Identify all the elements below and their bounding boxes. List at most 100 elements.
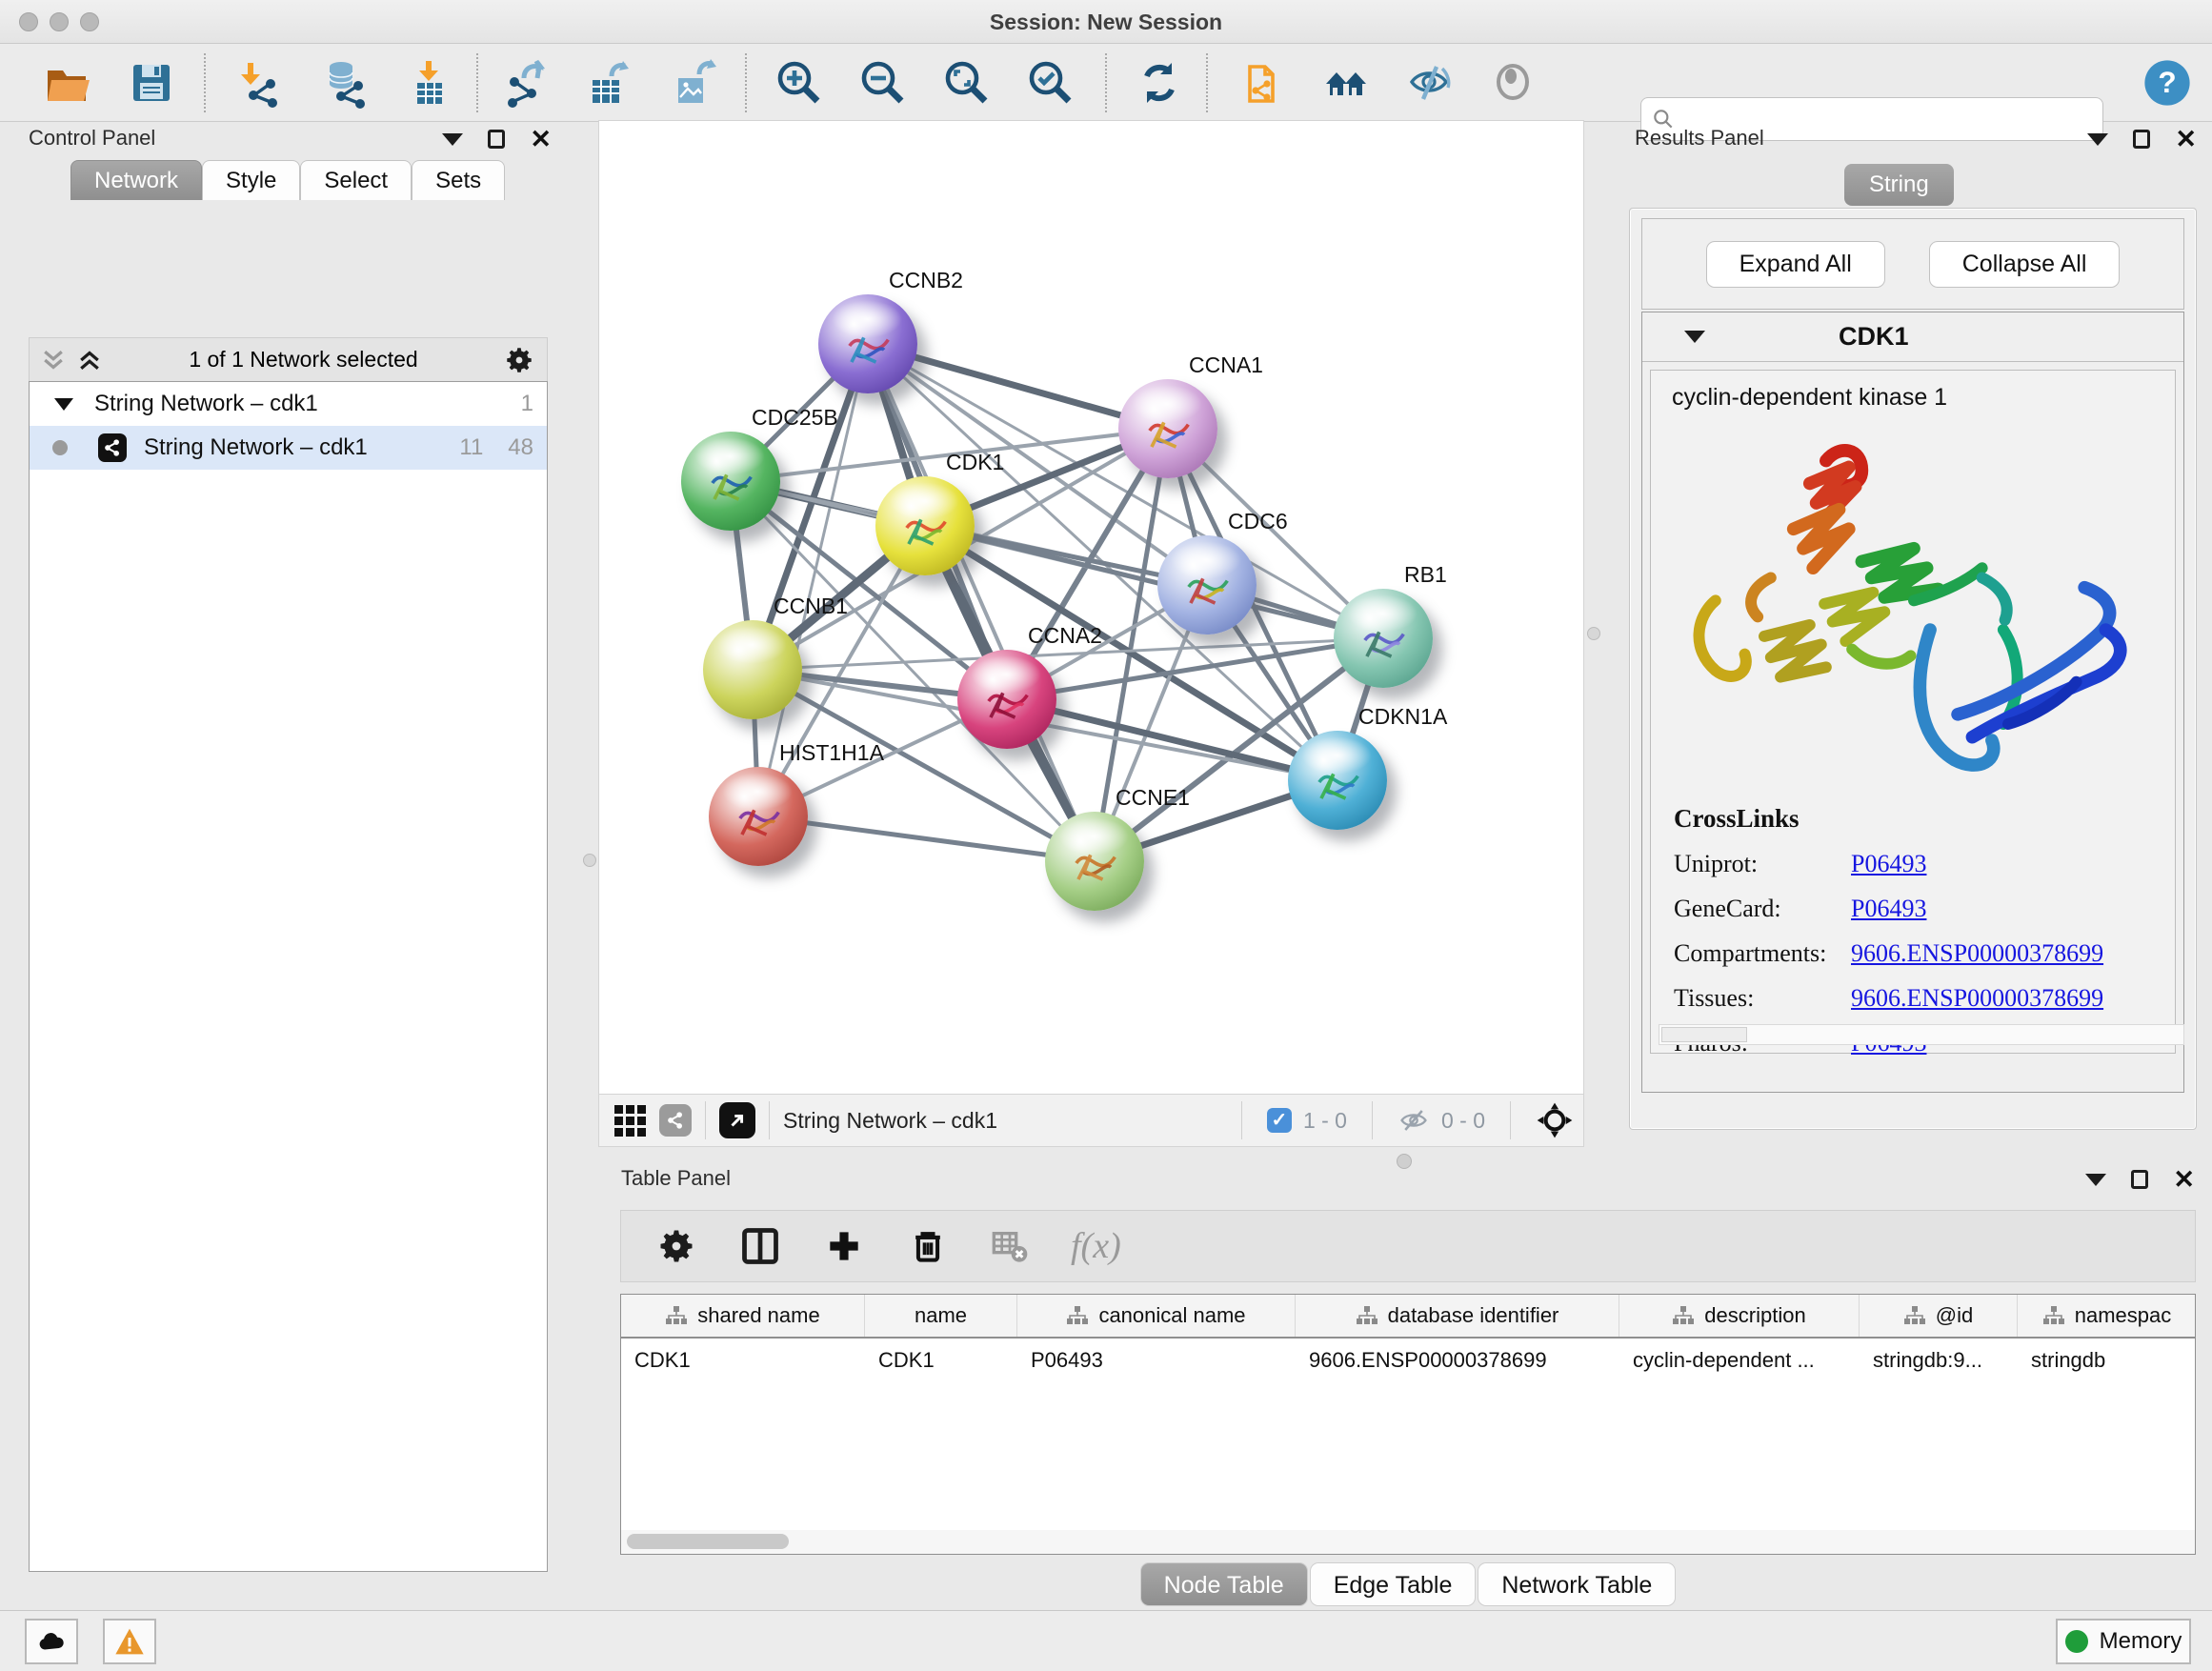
- panel-close-icon[interactable]: ✕: [530, 130, 552, 149]
- network-row[interactable]: String Network – cdk1 11 48: [30, 426, 547, 470]
- tab-network-table[interactable]: Network Table: [1478, 1562, 1676, 1606]
- right-splitter-grip[interactable]: [1587, 627, 1600, 640]
- export-table-button[interactable]: [579, 53, 638, 112]
- crosslink-link[interactable]: 9606.ENSP00000378699: [1851, 984, 2103, 1013]
- crosslink-link[interactable]: P06493: [1851, 895, 1926, 923]
- warnings-button[interactable]: [103, 1619, 156, 1664]
- cell-description[interactable]: cyclin-dependent ...: [1619, 1339, 1860, 1382]
- node-CCNA1[interactable]: [1118, 379, 1217, 478]
- panel-maximize-icon[interactable]: [488, 130, 505, 149]
- entry-expander-icon[interactable]: [1684, 331, 1705, 343]
- tab-string[interactable]: String: [1844, 164, 1954, 206]
- cell--id[interactable]: stringdb:9...: [1860, 1339, 2018, 1382]
- collapse-all-button[interactable]: Collapse All: [1929, 241, 2121, 288]
- crosslink-link[interactable]: P06493: [1851, 850, 1926, 878]
- tab-style[interactable]: Style: [202, 160, 300, 200]
- column-header-description[interactable]: description: [1619, 1295, 1860, 1337]
- delete-table-icon[interactable]: [991, 1225, 1029, 1267]
- column-header-namespac[interactable]: namespac: [2018, 1295, 2196, 1337]
- cloud-button[interactable]: [25, 1619, 78, 1664]
- zoom-in-button[interactable]: [770, 53, 829, 112]
- zoom-fit-button[interactable]: [937, 53, 996, 112]
- cell-canonical-name[interactable]: P06493: [1017, 1339, 1296, 1382]
- table-hscrollbar[interactable]: [620, 1530, 2196, 1555]
- panel-float-icon[interactable]: [2087, 133, 2108, 146]
- edge-HIST1H1A-CCNE1[interactable]: [758, 816, 1095, 861]
- hide-panel-eye-button[interactable]: [1402, 53, 1461, 112]
- panel-float-icon[interactable]: [2085, 1174, 2106, 1186]
- network-options-gear-icon[interactable]: [503, 344, 535, 376]
- node-CDK1[interactable]: [875, 476, 975, 575]
- delete-column-trash-icon[interactable]: [907, 1225, 949, 1267]
- panel-float-icon[interactable]: [442, 133, 463, 146]
- node-CDC6[interactable]: [1157, 535, 1257, 634]
- node-CCNE1[interactable]: [1045, 812, 1144, 911]
- expand-all-button[interactable]: Expand All: [1706, 241, 1885, 288]
- cell-shared-name[interactable]: CDK1: [621, 1339, 865, 1382]
- detach-view-icon[interactable]: [719, 1102, 755, 1138]
- show-columns-icon[interactable]: [739, 1225, 781, 1267]
- node-RB1[interactable]: [1334, 589, 1433, 688]
- refresh-button[interactable]: [1130, 53, 1189, 112]
- zoom-out-icon: [857, 57, 909, 109]
- birds-eye-icon[interactable]: [659, 1104, 692, 1137]
- tab-select[interactable]: Select: [300, 160, 412, 200]
- memory-button[interactable]: Memory: [2056, 1619, 2191, 1664]
- node-CCNA2[interactable]: [957, 650, 1056, 749]
- node-CDKN1A[interactable]: [1288, 731, 1387, 830]
- edge-CCNB2-CCNE1[interactable]: [868, 344, 1095, 861]
- export-network-button[interactable]: [495, 53, 554, 112]
- zoom-selected-button[interactable]: [1021, 53, 1080, 112]
- zoom-out-button[interactable]: [854, 53, 913, 112]
- node-HIST1H1A[interactable]: [709, 767, 808, 866]
- help-button[interactable]: ?: [2138, 53, 2197, 112]
- crosslink-label: Compartments:: [1674, 939, 1851, 968]
- results-scrollbar[interactable]: [1659, 1024, 2184, 1045]
- open-folder-button[interactable]: [38, 53, 97, 112]
- save-button[interactable]: [122, 53, 181, 112]
- node-CCNB2[interactable]: [818, 294, 917, 393]
- home-button[interactable]: [1318, 53, 1377, 112]
- node-CCNB1[interactable]: [703, 620, 802, 719]
- panel-maximize-icon[interactable]: [2133, 130, 2150, 149]
- fit-content-crosshair-icon[interactable]: [1536, 1101, 1574, 1139]
- view-grid-icon[interactable]: [614, 1105, 646, 1137]
- network-canvas[interactable]: CCNB2CCNA1CDC25BCDK1CDC6RB1CCNB1CCNA2CDK…: [598, 120, 1584, 1094]
- collapse-all-icon[interactable]: [39, 346, 68, 374]
- tab-edge-table[interactable]: Edge Table: [1310, 1562, 1477, 1606]
- network-collection-row[interactable]: String Network – cdk1 1: [30, 382, 547, 426]
- show-panel-eye-button[interactable]: [1486, 53, 1545, 112]
- function-builder-icon[interactable]: f(x): [1071, 1225, 1121, 1267]
- cell-name[interactable]: CDK1: [865, 1339, 1017, 1382]
- import-database-icon: [318, 57, 370, 109]
- expand-all-icon[interactable]: [75, 346, 104, 374]
- export-image-button[interactable]: [665, 53, 724, 112]
- import-table-button[interactable]: [400, 53, 459, 112]
- panel-close-icon[interactable]: ✕: [2175, 130, 2197, 149]
- table-row[interactable]: CDK1CDK1P064939606.ENSP00000378699cyclin…: [621, 1339, 2195, 1382]
- column-header-database-identifier[interactable]: database identifier: [1296, 1295, 1619, 1337]
- column-header-name[interactable]: name: [865, 1295, 1017, 1337]
- panel-close-icon[interactable]: ✕: [2173, 1170, 2195, 1189]
- column-header--id[interactable]: @id: [1860, 1295, 2018, 1337]
- selected-nodes-checkbox-icon[interactable]: ✓: [1267, 1108, 1292, 1133]
- add-column-icon[interactable]: [823, 1225, 865, 1267]
- edge-CDK1-RB1[interactable]: [925, 526, 1383, 638]
- left-splitter-grip[interactable]: [583, 854, 596, 867]
- tab-sets[interactable]: Sets: [412, 160, 505, 200]
- crosslink-link[interactable]: 9606.ENSP00000378699: [1851, 939, 2103, 968]
- import-database-button[interactable]: [314, 53, 373, 112]
- node-CDC25B[interactable]: [681, 432, 780, 531]
- column-header-canonical-name[interactable]: canonical name: [1017, 1295, 1296, 1337]
- cell-database-identifier[interactable]: 9606.ENSP00000378699: [1296, 1339, 1619, 1382]
- collection-expander-icon[interactable]: [54, 398, 73, 411]
- panel-maximize-icon[interactable]: [2131, 1170, 2148, 1189]
- import-network-button[interactable]: [229, 53, 288, 112]
- tab-node-table[interactable]: Node Table: [1140, 1562, 1308, 1606]
- share-document-button[interactable]: [1235, 53, 1294, 112]
- tab-network[interactable]: Network: [70, 160, 202, 200]
- table-hscrollbar-thumb[interactable]: [627, 1534, 789, 1549]
- table-options-gear-icon[interactable]: [655, 1225, 697, 1267]
- column-header-shared-name[interactable]: shared name: [621, 1295, 865, 1337]
- cell-namespac[interactable]: stringdb: [2018, 1339, 2196, 1382]
